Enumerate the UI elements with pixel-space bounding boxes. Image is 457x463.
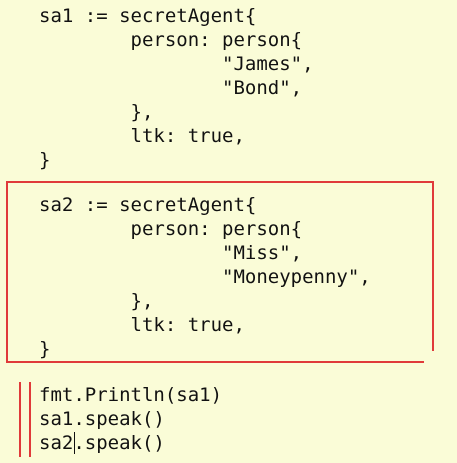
code-line: } <box>39 149 51 171</box>
code-line: person: person{ <box>39 29 303 51</box>
change-marker-inner <box>29 382 31 457</box>
code-line: "James", <box>39 53 314 75</box>
code-line: "Moneypenny", <box>39 266 371 288</box>
code-line: "Miss", <box>39 242 303 264</box>
highlight-box-right-border <box>432 181 434 351</box>
code-editor[interactable]: sa1 := secretAgent{ person: person{ "Jam… <box>0 0 457 463</box>
code-line: "Bond", <box>39 77 303 99</box>
code-line: } <box>39 338 51 360</box>
code-line: sa2 := secretAgent{ <box>39 194 257 216</box>
code-line: sa1 := secretAgent{ <box>39 5 257 27</box>
code-line: person: person{ <box>39 218 303 240</box>
code-line: sa2.speak() <box>39 432 165 454</box>
text-cursor <box>74 432 75 454</box>
change-marker-outer <box>19 382 21 457</box>
highlight-box-top-border <box>6 181 434 183</box>
code-line: }, <box>39 101 154 123</box>
code-line: sa1.speak() <box>39 408 165 430</box>
code-line: }, <box>39 290 154 312</box>
highlight-box-left-border <box>6 181 8 363</box>
highlight-box-bottom-border <box>6 361 424 363</box>
code-line: ltk: true, <box>39 125 245 147</box>
code-line: fmt.Println(sa1) <box>39 384 223 406</box>
code-line: ltk: true, <box>39 314 245 336</box>
